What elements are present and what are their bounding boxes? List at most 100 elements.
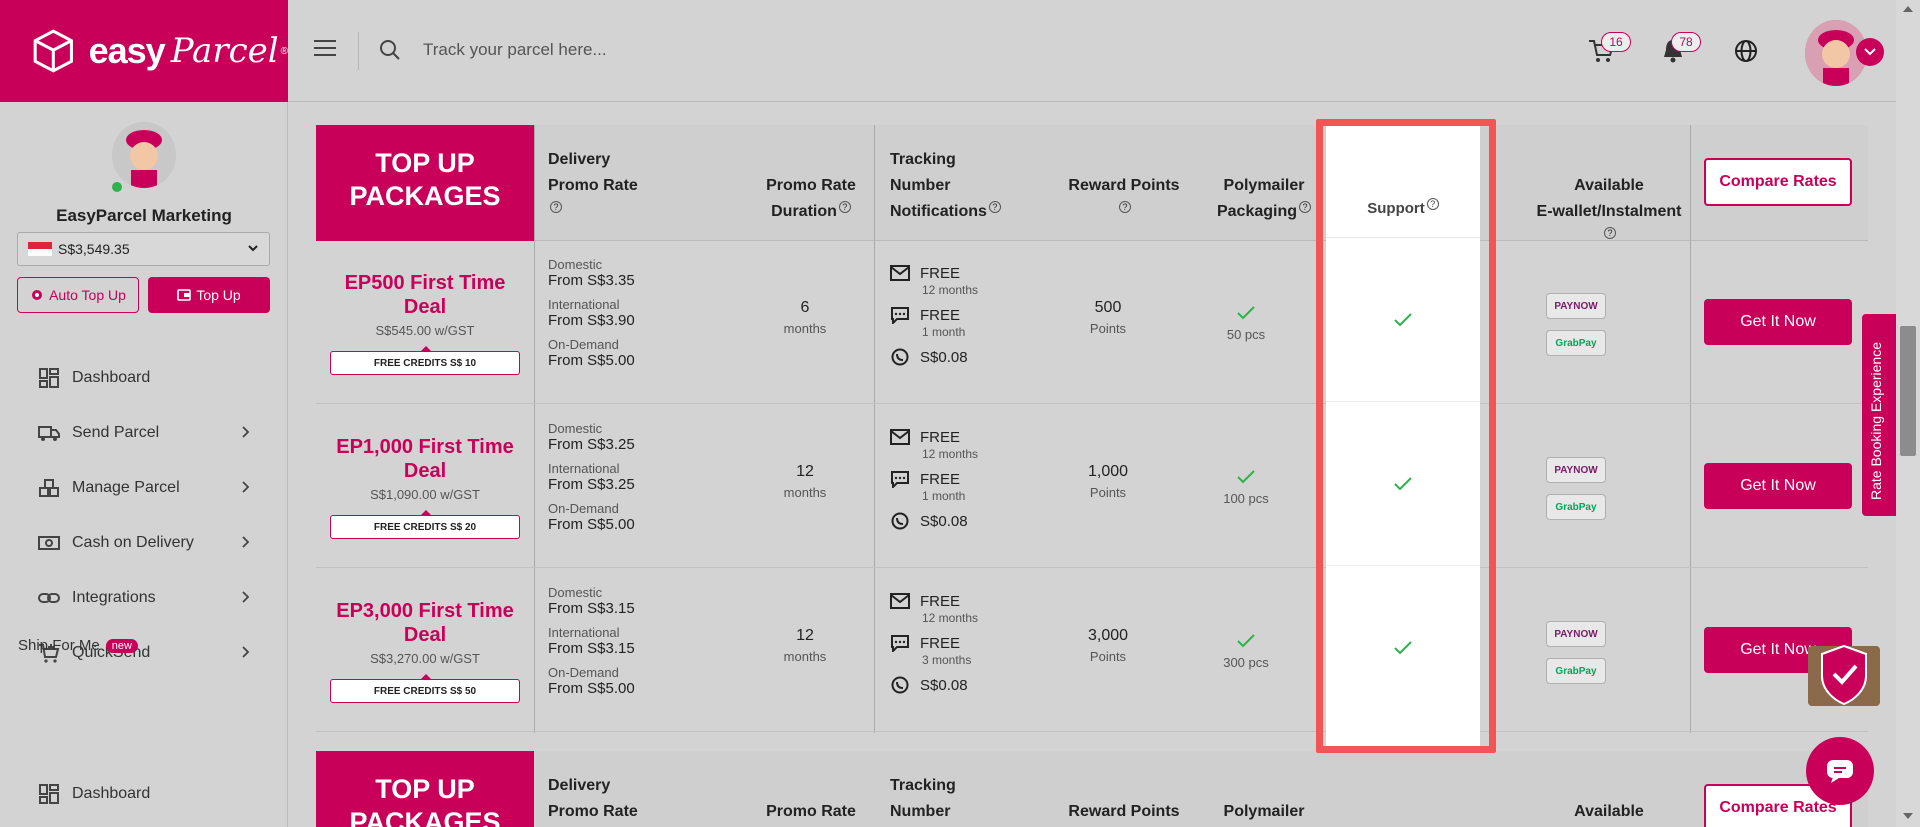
notification-count-badge: 78 bbox=[1671, 32, 1701, 52]
link-icon bbox=[38, 593, 60, 603]
points-unit: Points bbox=[1089, 321, 1127, 336]
avatar-dropdown-icon[interactable] bbox=[1856, 38, 1884, 66]
sms-period: 3 months bbox=[922, 653, 972, 667]
grabpay-logo: GrabPay bbox=[1546, 494, 1606, 520]
sms-icon bbox=[891, 307, 909, 324]
nav-label: Integrations bbox=[72, 589, 156, 606]
package-name[interactable]: EP1,000 First Time Deal bbox=[326, 435, 524, 483]
whatsapp-price: S$0.08 bbox=[920, 676, 968, 694]
help-icon[interactable]: ? bbox=[988, 200, 1001, 213]
reward-points: 3,000 Points bbox=[1058, 627, 1158, 664]
package-name[interactable]: EP500 First Time Deal bbox=[326, 271, 524, 319]
nav-dashboard[interactable]: Dashboard bbox=[0, 354, 288, 402]
header-wallet: Available bbox=[1534, 799, 1684, 825]
scrollbar-thumb[interactable] bbox=[1900, 326, 1916, 456]
help-icon[interactable]: ? bbox=[1299, 200, 1312, 213]
brand-logo[interactable]: easy Parcel ® bbox=[0, 0, 288, 102]
domestic-rate: From S$3.35 bbox=[548, 272, 635, 289]
duration-value: 12 bbox=[796, 627, 814, 644]
domestic-rate: From S$3.15 bbox=[548, 600, 635, 617]
header-text: E-wallet/Instalment bbox=[1536, 203, 1682, 220]
poly-quantity: 50 pcs bbox=[1226, 327, 1266, 342]
whatsapp-icon bbox=[891, 676, 909, 694]
globe-icon[interactable] bbox=[1733, 38, 1759, 64]
ondemand-label: On-Demand bbox=[548, 501, 619, 516]
get-it-now-button[interactable]: Get It Now bbox=[1704, 299, 1852, 345]
nav-send-parcel[interactable]: Send Parcel bbox=[0, 409, 288, 457]
scrollbar[interactable] bbox=[1896, 0, 1920, 827]
international-rate: From S$3.15 bbox=[548, 640, 635, 657]
header-text: Delivery bbox=[548, 777, 611, 794]
help-icon[interactable]: ? bbox=[1119, 200, 1131, 213]
cash-icon bbox=[38, 536, 60, 550]
nav-integrations[interactable]: Integrations bbox=[0, 574, 288, 622]
polymailer-packaging: 300 pcs bbox=[1196, 633, 1296, 670]
help-icon[interactable]: ? bbox=[838, 200, 851, 213]
sms-icon bbox=[891, 635, 909, 652]
header-duration: Promo Rate Duration? bbox=[756, 173, 866, 225]
package-name-cell: EP500 First Time Deal S$545.00 w/GST FREE … bbox=[316, 241, 534, 404]
help-icon[interactable]: ? bbox=[1604, 226, 1616, 239]
nav-ship-dashboard[interactable]: Dashboard bbox=[0, 770, 288, 818]
chevron-right-icon bbox=[242, 646, 250, 658]
auto-top-up-button[interactable]: Auto Top Up bbox=[17, 277, 139, 313]
boxes-icon bbox=[39, 479, 59, 497]
free-credits-badge: FREE CREDITS S$ 50 bbox=[330, 674, 520, 703]
header-text: Number bbox=[890, 177, 951, 194]
promo-duration: 12 months bbox=[764, 627, 846, 664]
easycover-badge-icon[interactable] bbox=[1806, 640, 1882, 712]
header-text: Promo Rate bbox=[766, 803, 856, 820]
sms-free: FREE bbox=[920, 306, 961, 324]
table-header: Delivery Promo Rate ? Promo Rate Duratio… bbox=[534, 125, 1868, 241]
dashboard-icon bbox=[39, 368, 59, 388]
chevron-right-icon bbox=[242, 481, 250, 493]
get-it-now-button[interactable]: Get It Now bbox=[1704, 463, 1852, 509]
paynow-logo: PAYNOW bbox=[1546, 457, 1606, 483]
nav-label: Dashboard bbox=[72, 369, 151, 386]
nav-label: Cash on Delivery bbox=[72, 534, 194, 551]
ewallet-options: PAYNOW GrabPay bbox=[1546, 293, 1606, 367]
compare-rates-button[interactable]: Compare Rates bbox=[1704, 158, 1852, 206]
nav-cash-on-delivery[interactable]: Cash on Delivery bbox=[0, 519, 288, 567]
online-status-dot bbox=[110, 180, 124, 194]
packages-title: TOP UP PACKAGES bbox=[316, 125, 534, 241]
email-free: FREE bbox=[920, 428, 961, 446]
check-icon bbox=[1237, 470, 1255, 484]
package-name[interactable]: EP3,000 First Time Deal bbox=[326, 599, 524, 647]
title-line1: TOP UP bbox=[375, 148, 475, 178]
top-up-button[interactable]: Top Up bbox=[148, 277, 270, 313]
nav-label: Send Parcel bbox=[72, 424, 160, 441]
rate-booking-experience-tab[interactable]: Rate Booking Experience bbox=[1862, 314, 1896, 516]
reward-points: 1,000 Points bbox=[1058, 463, 1158, 500]
help-icon[interactable]: ? bbox=[550, 200, 562, 213]
scroll-up-icon[interactable] bbox=[1903, 6, 1913, 12]
title-line2: PACKAGES bbox=[349, 807, 501, 827]
header-text: Promo Rate bbox=[548, 177, 638, 194]
hamburger-menu-icon[interactable] bbox=[314, 40, 336, 56]
live-chat-button[interactable] bbox=[1806, 737, 1874, 805]
header-text: Tracking bbox=[890, 777, 956, 794]
check-icon bbox=[1237, 306, 1255, 320]
package-price: S$1,090.00 w/GST bbox=[370, 487, 480, 502]
paynow-logo: PAYNOW bbox=[1546, 621, 1606, 647]
nav-manage-parcel[interactable]: Manage Parcel bbox=[0, 464, 288, 512]
brand-reg: ® bbox=[280, 45, 288, 57]
poly-quantity: 300 pcs bbox=[1223, 655, 1269, 670]
header-text: Delivery bbox=[548, 151, 611, 168]
ewallet-options: PAYNOW GrabPay bbox=[1546, 457, 1606, 531]
scroll-down-icon[interactable] bbox=[1903, 813, 1913, 819]
support-highlight-box bbox=[1316, 119, 1496, 753]
truck-icon bbox=[38, 426, 60, 441]
dashboard-icon bbox=[39, 784, 59, 804]
header-text: Notifications bbox=[890, 203, 987, 220]
whatsapp-icon bbox=[891, 512, 909, 530]
email-free: FREE bbox=[920, 592, 961, 610]
wallet-balance-select[interactable]: S$3,549.35 bbox=[17, 232, 270, 266]
track-parcel-input[interactable] bbox=[423, 32, 873, 68]
ondemand-rate: From S$5.00 bbox=[548, 680, 635, 697]
tracking-notifications: FREE 12 months FREE 3 months S$0.08 bbox=[890, 591, 978, 695]
promo-duration: 6 months bbox=[764, 299, 846, 336]
points-value: 3,000 bbox=[1087, 627, 1129, 644]
whatsapp-icon bbox=[891, 348, 909, 366]
chevron-right-icon bbox=[242, 536, 250, 548]
